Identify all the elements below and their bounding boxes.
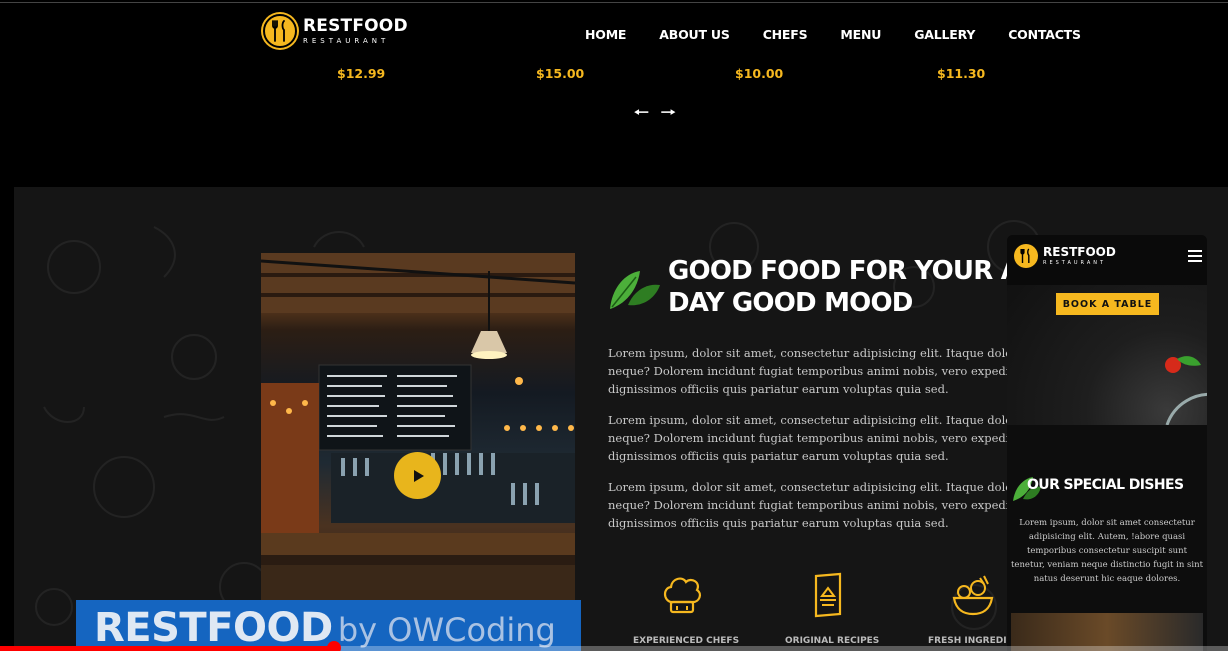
about-paragraph-1: Lorem ipsum, dolor sit amet, consectetur…	[608, 344, 1008, 398]
video-progress-fill	[0, 646, 334, 651]
price-1: $12.99	[337, 66, 386, 81]
paragraph-line: Lorem ipsum, dolor sit amet, consectetur…	[608, 480, 1008, 494]
recipe-book-icon	[814, 572, 842, 618]
about-paragraph-3: Lorem ipsum, dolor sit amet, consectetur…	[608, 478, 1008, 532]
paragraph-line: dignissimos officiis quis pariatur earum…	[608, 516, 949, 530]
price-2: $15.00	[536, 66, 585, 81]
play-video-button[interactable]	[394, 452, 441, 499]
play-icon	[413, 469, 424, 482]
mobile-dishes-text: Lorem ipsum, dolor sit amet consectetur …	[1011, 518, 1203, 584]
about-paragraph-2: Lorem ipsum, dolor sit amet, consectetur…	[608, 411, 1008, 465]
fork-knife-icon	[263, 14, 297, 48]
about-heading-line1: GOOD FOOD FOR YOUR AI	[668, 256, 1030, 286]
mobile-dishes-title: OUR SPECIAL DISHES	[1027, 477, 1184, 493]
slider-arrows: 🠐 🠒	[634, 100, 676, 129]
mobile-logo[interactable]: RESTFOOD RESTAURANT	[1014, 244, 1116, 268]
logo-name: RESTFOOD	[303, 15, 408, 36]
paragraph-line: neque? Dolorem incidunt fugiat temporibu…	[608, 498, 1008, 512]
nav-chefs[interactable]: CHEFS	[763, 27, 808, 42]
feature-label-chefs: EXPERIENCED CHEFS	[633, 636, 740, 646]
basil-leaf-icon	[610, 271, 660, 309]
main-nav: HOME ABOUT US CHEFS MENU GALLERY CONTACT…	[585, 27, 1081, 42]
hamburger-menu-icon[interactable]	[1188, 250, 1202, 265]
paragraph-line: dignissimos officiis quis pariatur earum…	[608, 449, 949, 463]
banner-brand: RESTFOOD	[94, 605, 333, 651]
paragraph-line: Lorem ipsum, dolor sit amet, consectetur…	[608, 413, 1008, 427]
fork-knife-icon	[1014, 244, 1038, 268]
chef-hat-icon	[663, 577, 702, 614]
arrow-right-icon[interactable]: 🠒	[661, 103, 676, 123]
nav-contacts[interactable]: CONTACTS	[1008, 27, 1081, 42]
nav-home[interactable]: HOME	[585, 27, 626, 42]
price-3: $10.00	[735, 66, 784, 81]
about-heading-line2: DAY GOOD MOOD	[668, 288, 913, 318]
paragraph-line: Lorem ipsum, dolor sit amet, consectetur…	[608, 346, 1008, 360]
about-heading: GOOD FOOD FOR YOUR AI DAY GOOD MOOD	[668, 255, 1030, 319]
paragraph-line: neque? Dolorem incidunt fugiat temporibu…	[608, 431, 1008, 445]
paragraph-line: dignissimos officiis quis pariatur earum…	[608, 382, 949, 396]
mobile-preview: RESTFOOD RESTAURANT BOOK A TABLE OUR SPE…	[1007, 235, 1207, 651]
logo-subtitle: RESTAURANT	[303, 36, 390, 45]
top-divider	[0, 2, 1228, 3]
restaurant-bar-image	[261, 253, 575, 603]
banner-by: by OWCoding	[337, 611, 556, 649]
restaurant-photo	[261, 253, 575, 603]
arrow-left-icon[interactable]: 🠐	[634, 103, 649, 123]
book-a-table-button[interactable]: BOOK A TABLE	[1056, 293, 1159, 315]
mobile-logo-subtitle: RESTAURANT	[1043, 260, 1107, 266]
header: RESTFOOD RESTAURANT HOME ABOUT US CHEFS …	[0, 0, 1228, 187]
mobile-header: RESTFOOD RESTAURANT	[1007, 235, 1207, 285]
nav-menu[interactable]: MENU	[840, 27, 881, 42]
nav-gallery[interactable]: GALLERY	[914, 27, 975, 42]
tomato-plate-image	[1165, 356, 1207, 425]
paragraph-line: neque? Dolorem incidunt fugiat temporibu…	[608, 364, 1008, 378]
feature-label-recipes: ORIGINAL RECIPES	[785, 636, 880, 646]
price-4: $11.30	[937, 66, 986, 81]
video-progress-handle[interactable]	[327, 641, 341, 651]
mobile-logo-name: RESTFOOD	[1043, 245, 1116, 259]
vegetables-basket-icon	[952, 575, 994, 616]
nav-about-us[interactable]: ABOUT US	[659, 27, 730, 42]
logo[interactable]: RESTFOOD RESTAURANT	[263, 14, 408, 48]
